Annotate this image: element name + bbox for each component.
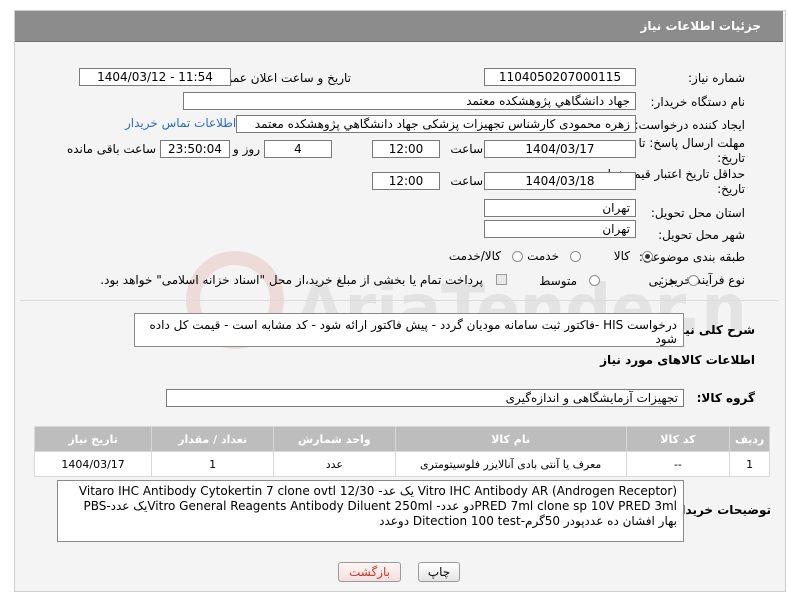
category-radio-goods-service[interactable] (512, 251, 523, 262)
buyer-notes-textarea[interactable]: Vitro IHC Antibody AR (Androgen Receptor… (57, 480, 684, 542)
col-code: کد کالا (625, 426, 731, 452)
process-option-medium: متوسط (539, 274, 577, 288)
reply-days-field: 4 (264, 140, 332, 158)
remaining-time-field: 23:50:04 (160, 140, 230, 158)
days-and-label: روز و (233, 142, 260, 156)
cell-date: 1404/03/17 (33, 451, 153, 477)
need-number-field: 1104050207000115 (484, 68, 636, 86)
cell-unit: عدد (272, 451, 396, 477)
print-button[interactable]: چاپ (418, 562, 460, 582)
treasury-payment-checkbox[interactable] (496, 274, 507, 285)
goods-group-label: گروه کالا: (696, 391, 755, 405)
table-row: 1 -- معرف یا آنتی بادی آنالایزر فلوسیتوم… (33, 451, 770, 477)
category-label: طبقه بندی موضوعی: (638, 250, 745, 264)
col-date: تاریخ نیاز (33, 426, 153, 452)
table-header-row: ردیف کد کالا نام کالا واحد شمارش تعداد /… (33, 426, 770, 452)
validity-time-field: 12:00 (372, 172, 440, 190)
announce-datetime-field: 1404/03/12 - 11:54 (79, 68, 231, 86)
col-row: ردیف (729, 426, 770, 452)
remaining-label: ساعت باقی مانده (66, 142, 156, 156)
need-number-label: شماره نیاز: (688, 71, 745, 85)
category-option-goods-service: کالا/خدمت (448, 249, 501, 263)
back-button[interactable]: بازگشت (338, 562, 401, 582)
category-option-goods: کالا (613, 249, 630, 263)
treasury-payment-note: پرداخت تمام یا بخشی از مبلغ خرید،از محل … (100, 273, 483, 287)
reply-date-field: 1404/03/17 (484, 140, 636, 158)
validity-date-field: 1404/03/18 (484, 172, 636, 190)
section-header: جزئیات اطلاعات نیاز (15, 11, 783, 42)
col-unit: واحد شمارش (272, 426, 396, 452)
delivery-city-label: شهر محل تحویل: (658, 228, 745, 242)
cell-row: 1 (729, 451, 770, 477)
buyer-org-label: نام دستگاه خریدار: (650, 95, 746, 109)
reply-time-label: ساعت (450, 142, 483, 156)
goods-info-heading: اطلاعات کالاهای مورد نیاز (600, 353, 755, 367)
reply-time-field: 12:00 (372, 140, 440, 158)
requester-label: ایجاد کننده درخواست: (634, 118, 745, 132)
goods-table: ردیف کد کالا نام کالا واحد شمارش تعداد /… (33, 426, 770, 477)
category-radio-service[interactable] (570, 251, 581, 262)
col-qty: تعداد / مقدار (151, 426, 274, 452)
process-radio-medium[interactable] (589, 275, 600, 286)
reply-deadline-label: مهلت ارسال پاسخ: تا تاریخ: (638, 136, 745, 165)
city-field: تهران (484, 220, 636, 238)
buyer-contact-link[interactable]: اطلاعات تماس خریدار (125, 116, 236, 130)
validity-time-label: ساعت (450, 174, 483, 188)
general-desc-textarea[interactable]: درخواست HIS -فاکتور ثبت سامانه مودیان گر… (134, 313, 684, 347)
goods-group-field: تجهیزات آزمایشگاهی و اندازه‌گیری (166, 389, 684, 407)
buyer-org-field: جهاد دانشگاهي پژوهشکده معتمد (183, 92, 636, 110)
delivery-province-label: استان محل تحویل: (650, 206, 745, 220)
category-radio-goods[interactable] (642, 251, 653, 262)
cell-qty: 1 (151, 451, 274, 477)
col-name: نام کالا (394, 426, 627, 452)
section-title: جزئیات اطلاعات نیاز (640, 19, 761, 33)
process-option-minor: جزیی (648, 274, 676, 288)
cell-name: معرف یا آنتی بادی آنالایزر فلوسیتومتری (394, 451, 627, 477)
buyer-notes-label: توضیحات خریدار: (669, 503, 771, 517)
divider (20, 300, 778, 301)
province-field: تهران (484, 199, 636, 217)
process-radio-minor[interactable] (688, 275, 699, 286)
cell-code: -- (625, 451, 731, 477)
category-option-service: خدمت (527, 249, 559, 263)
requester-field: زهره محمودی کارشناس تجهیزات پزشکی جهاد د… (236, 115, 636, 133)
